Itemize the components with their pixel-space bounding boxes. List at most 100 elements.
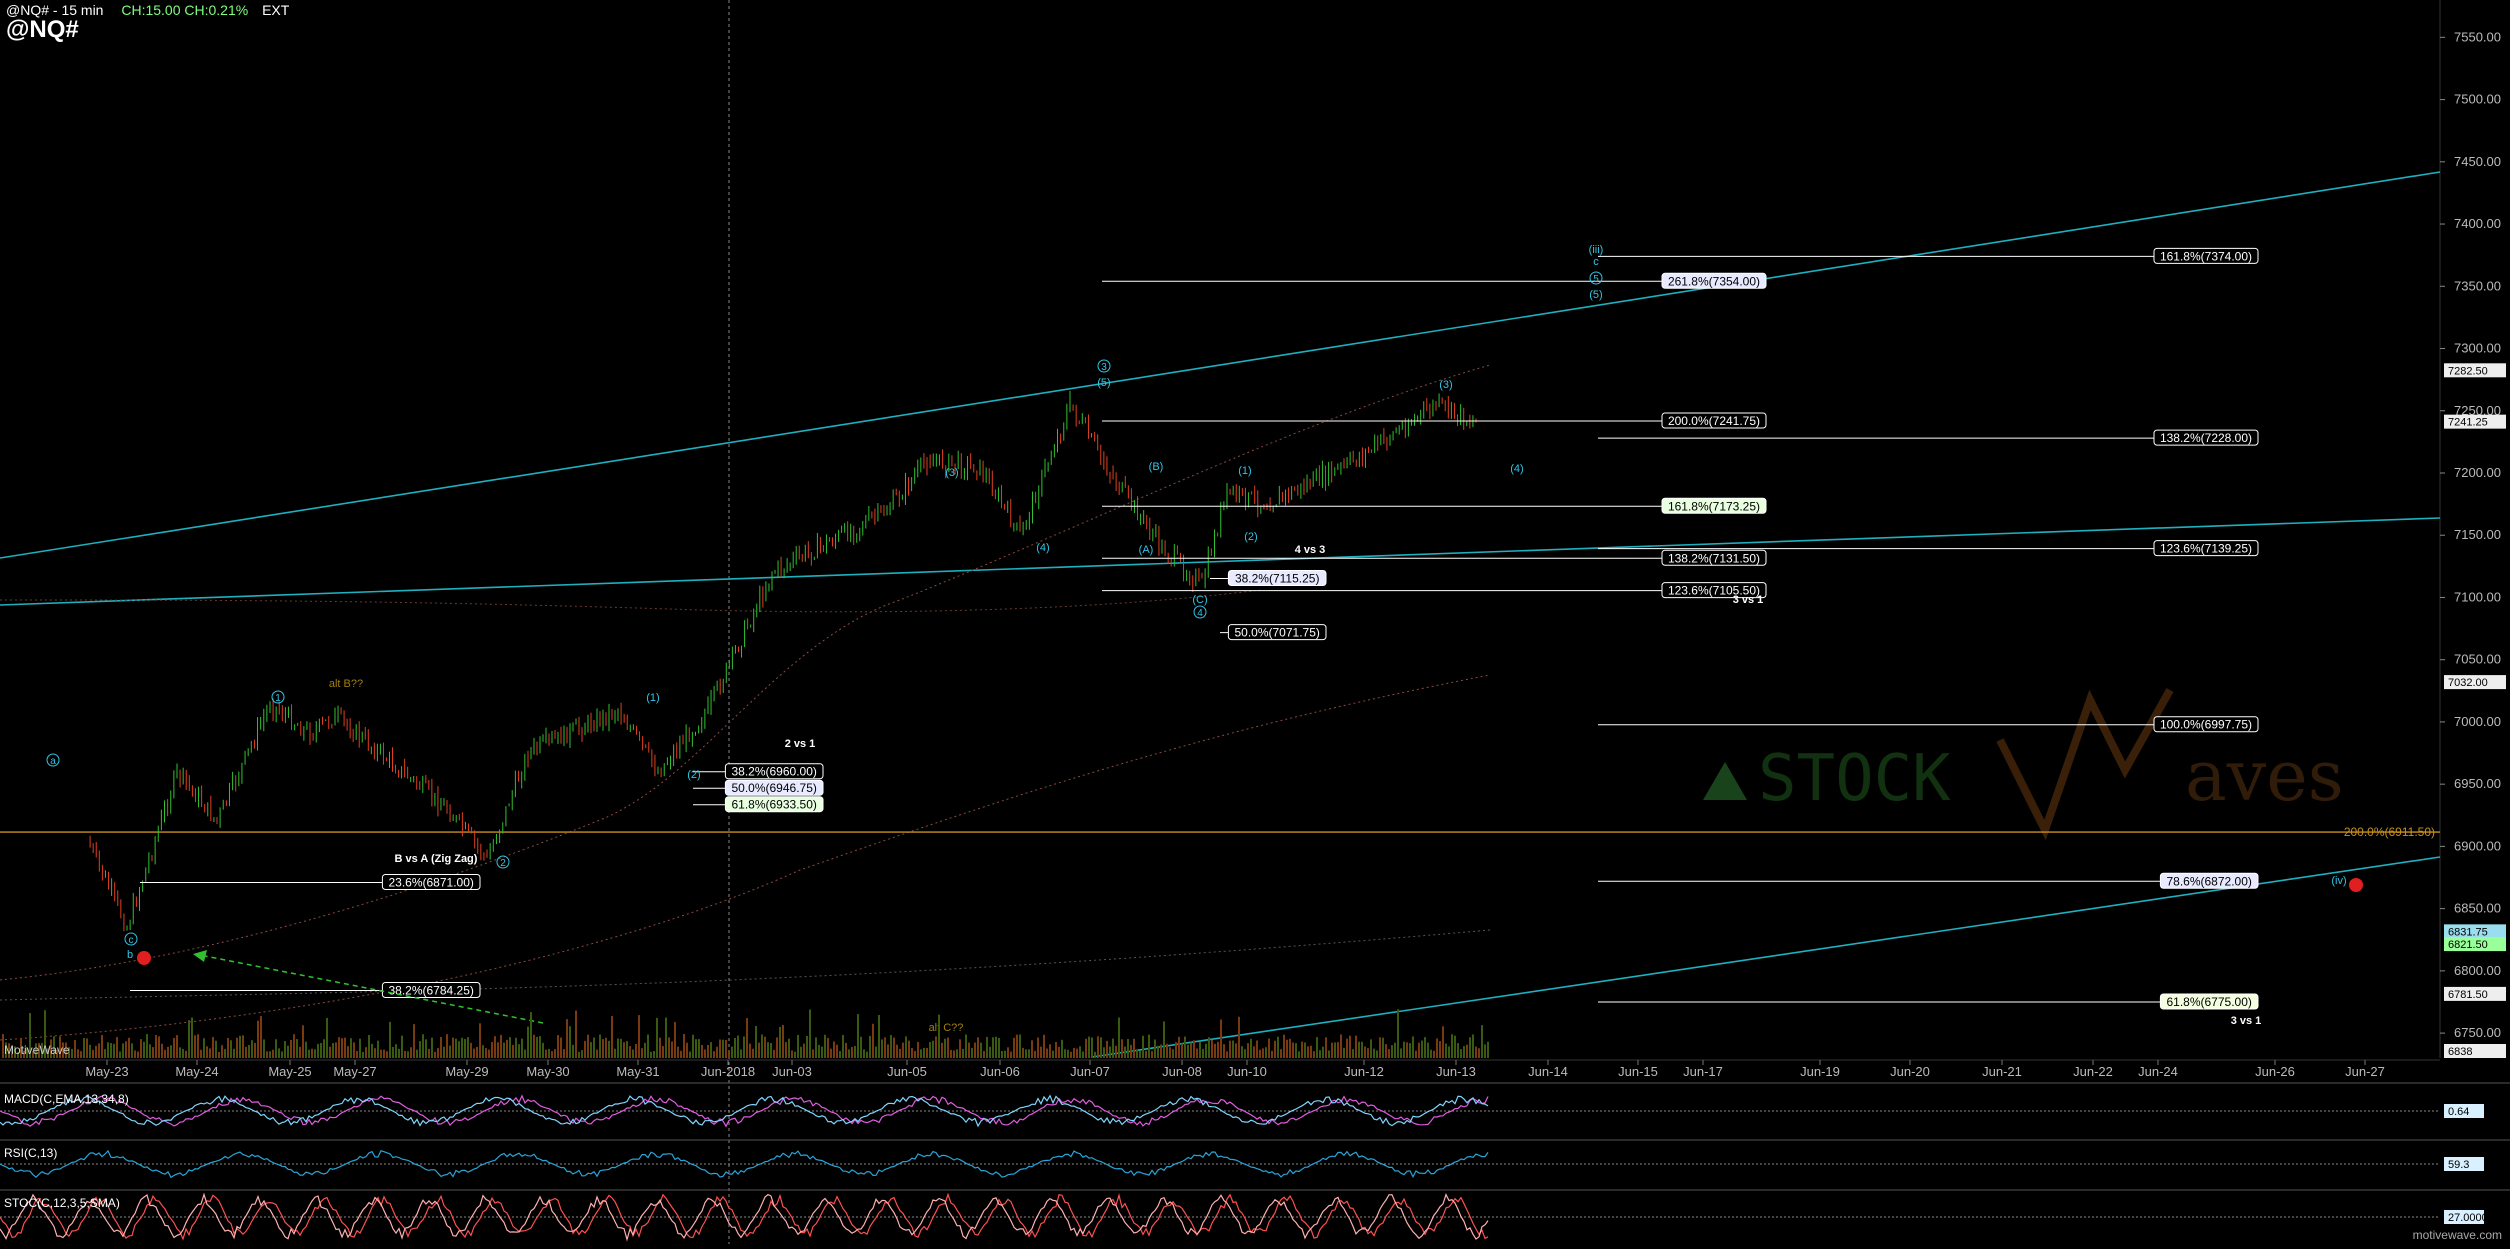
price-tag: 6821.50 [2444, 937, 2506, 951]
x-tick-label: May-25 [268, 1064, 311, 1079]
volume-bar [152, 1047, 154, 1058]
symbol-title: @NQ# [6, 16, 79, 44]
volume-bar [1190, 1042, 1192, 1058]
wave-label-text: alt C?? [929, 1022, 964, 1034]
volume-bar [401, 1036, 403, 1058]
volume-bar [941, 1043, 943, 1058]
volume-bar [1253, 1046, 1255, 1058]
fib-level-label: 50.0%(7071.75) [1234, 626, 1319, 640]
volume-bar [233, 1049, 235, 1058]
volume-bar [185, 1051, 187, 1058]
volume-bar [1226, 1051, 1228, 1058]
rsi-pane: 59.3 [0, 1140, 2510, 1177]
volume-bar [227, 1038, 229, 1058]
volume-bar [437, 1048, 439, 1058]
volume-bar [1136, 1049, 1138, 1058]
wave-label: (A) [1139, 544, 1154, 556]
volume-bar [110, 1043, 112, 1058]
volume-bar [1046, 1049, 1048, 1058]
volume-bar [650, 1052, 652, 1058]
volume-bar [1439, 1041, 1441, 1058]
wave-label-text: (3) [945, 467, 958, 479]
volume-bar [1112, 1039, 1114, 1058]
volume-bar [1328, 1050, 1330, 1058]
volume-bar [1403, 1042, 1405, 1058]
price-tag-text: 7032.00 [2448, 677, 2488, 689]
volume-bar [614, 1049, 616, 1058]
volume-bar [887, 1044, 889, 1058]
volume-bar [368, 1035, 370, 1058]
volume-bar [575, 1011, 577, 1058]
wave-label-text: 5 [1593, 274, 1599, 285]
volume-bar [158, 1036, 160, 1058]
volume-bar [536, 1037, 538, 1058]
volume-bar [452, 1038, 454, 1058]
y-tick-label: 7550.00 [2454, 29, 2501, 44]
volume-bar [815, 1037, 817, 1058]
volume-bar [374, 1048, 376, 1058]
volume-bar [1115, 1046, 1117, 1058]
volume-bar [311, 1049, 313, 1058]
volume-bar [734, 1038, 736, 1058]
volume-bar [425, 1039, 427, 1058]
price-tag-text: 7241.25 [2448, 417, 2488, 429]
volume-bars [2, 1009, 1489, 1058]
volume-bar [86, 1038, 88, 1058]
volume-bar [1016, 1035, 1018, 1058]
volume-bar [1058, 1047, 1060, 1058]
wave-label: c [1593, 256, 1599, 268]
volume-bar [1172, 1049, 1174, 1058]
volume-bar [263, 1039, 265, 1058]
wave-label-text: (B) [1149, 461, 1164, 473]
volume-bar [1013, 1038, 1015, 1058]
volume-bar [1271, 1051, 1273, 1058]
volume-bar [194, 1035, 196, 1058]
volume-bar [266, 1051, 268, 1058]
volume-bar [386, 1051, 388, 1058]
volume-bar [395, 1044, 397, 1058]
wave-label: (3) [945, 467, 958, 479]
fib-level-label: 200.0%(7241.75) [1668, 414, 1760, 428]
volume-bar [548, 1049, 550, 1058]
fib-level-label: 138.2%(7131.50) [1668, 551, 1760, 565]
volume-bar [857, 1014, 859, 1058]
volume-bar [923, 1048, 925, 1058]
volume-bar [323, 1039, 325, 1058]
volume-bar [1412, 1036, 1414, 1058]
volume-bar [350, 1038, 352, 1058]
volume-bar [101, 1035, 103, 1058]
volume-bar [1301, 1042, 1303, 1058]
volume-bar [1109, 1046, 1111, 1058]
volume-bar [521, 1039, 523, 1058]
wave-label: (iv) [2331, 875, 2346, 887]
volume-bar [476, 1047, 478, 1058]
wave-label-text: (A) [1139, 544, 1154, 556]
volume-bar [1238, 1017, 1240, 1058]
volume-bar [638, 1015, 640, 1058]
volume-bar [1010, 1052, 1012, 1058]
x-tick-label: Jun-24 [2138, 1064, 2178, 1079]
y-tick-label: 7150.00 [2454, 527, 2501, 542]
volume-bar [875, 1047, 877, 1058]
volume-bar [632, 1050, 634, 1058]
wave-label-text: c [129, 935, 134, 946]
volume-bar [302, 1025, 304, 1058]
volume-bar [389, 1022, 391, 1058]
volume-bar [845, 1043, 847, 1058]
volume-bar [791, 1050, 793, 1058]
volume-bar [962, 1049, 964, 1058]
wave-label: a [47, 754, 59, 767]
volume-bar [578, 1052, 580, 1058]
volume-bar [353, 1042, 355, 1058]
x-tick-label: May-27 [333, 1064, 376, 1079]
volume-bar [1064, 1049, 1066, 1058]
volume-bar [1367, 1048, 1369, 1058]
volume-bar [1100, 1037, 1102, 1058]
volume-bar [908, 1041, 910, 1058]
price-chart[interactable]: 6750.006800.006850.006900.006950.007000.… [0, 0, 2510, 1244]
volume-bar [749, 1044, 751, 1058]
volume-bar [779, 1027, 781, 1058]
fib-level: 100.0%(6997.75) [1598, 717, 2258, 732]
volume-bar [665, 1018, 667, 1058]
volume-bar [332, 1043, 334, 1058]
